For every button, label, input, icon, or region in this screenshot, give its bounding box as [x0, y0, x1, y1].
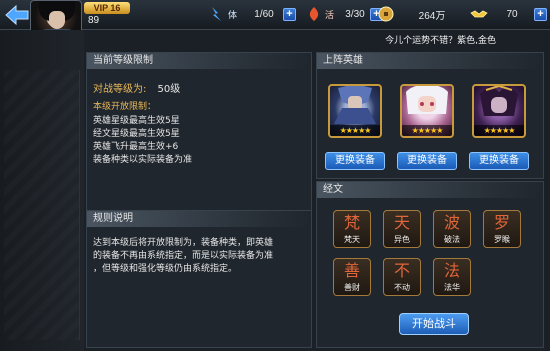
- hero-card-1[interactable]: ★★★★★: [328, 84, 382, 138]
- hero-card-2[interactable]: ★★★★★: [400, 84, 454, 138]
- vip-badge: VIP 16: [84, 2, 130, 14]
- open-limit-rule: 经文星级最高生效5星: [93, 129, 180, 139]
- battle-level-label: 对战等级为:: [93, 84, 147, 95]
- scripture-item-fantian[interactable]: 梵 梵天: [333, 210, 371, 248]
- change-equipment-button-3[interactable]: 更换装备: [469, 152, 529, 170]
- open-limit-rule: 英雄星级最高生效5星: [93, 116, 180, 126]
- scripture-label: 梵天: [344, 235, 360, 244]
- ingot-value: 70: [506, 8, 518, 20]
- hero-stars: ★★★★★: [474, 125, 524, 136]
- scripture-glyph-icon: 波: [443, 213, 460, 232]
- scripture-item-budong[interactable]: 不 不动: [383, 258, 421, 296]
- hero-dark-sorceress-icon: [480, 86, 518, 116]
- player-level: 89: [88, 15, 100, 26]
- vitality-icon: [303, 4, 325, 24]
- open-limit-list: 英雄星级最高生效5星 经文星级最高生效5星 英雄飞升最高生效+6 装备种类以实际…: [93, 115, 192, 167]
- hero-white-hair-girl-icon: [406, 86, 448, 114]
- hero-stars: ★★★★★: [330, 125, 380, 136]
- stamina-value: 1/60: [254, 8, 274, 20]
- rules-line: 的装备不再由系统指定，而是以实际装备为准: [93, 251, 274, 261]
- stamina-resource: 体 1/60 +: [206, 4, 297, 24]
- scripture-item-yise[interactable]: 天 异色: [383, 210, 421, 248]
- level-limit-panel: 当前等级限制 对战等级为: 50级 本级开放限制： 英雄星级最高生效5星 经文星…: [86, 52, 312, 212]
- hero-stars: ★★★★★: [402, 125, 452, 136]
- hero-card-3[interactable]: ★★★★★: [472, 84, 526, 138]
- scripture-glyph-icon: 天: [393, 213, 410, 232]
- vitality-resource: 活 3/30 +: [303, 4, 384, 24]
- rules-panel: 规则说明 达到本级后将开放限制为，装备种类，即英雄 的装备不再由系统指定，而是以…: [86, 210, 312, 348]
- scripture-glyph-icon: 罗: [493, 213, 510, 232]
- scripture-item-pofa[interactable]: 波 破法: [433, 210, 471, 248]
- hero-armored-warrior-icon: [334, 86, 376, 124]
- rules-header: 规则说明: [87, 211, 311, 227]
- scripture-label: 异色: [394, 235, 410, 244]
- gold-ingot-icon: [468, 4, 490, 24]
- scripture-label: 破法: [444, 235, 460, 244]
- left-decorative-column: [0, 30, 84, 351]
- scripture-label: 法华: [444, 283, 460, 292]
- top-bar: VIP 16 89 体 1/60 + 活 3/30 + 264万 70 +: [0, 0, 550, 30]
- fortune-text: 今儿个运势不错？紫色,金色: [385, 36, 496, 46]
- open-limit-rule: 装备种类以实际装备为准: [93, 155, 193, 165]
- scripture-item-shancai[interactable]: 善 善财: [333, 258, 371, 296]
- start-battle-button[interactable]: 开始战斗: [399, 313, 469, 335]
- ingot-resource: 70 +: [468, 4, 547, 24]
- battle-level-value: 50级: [157, 84, 181, 95]
- battle-level-row: 对战等级为: 50级: [93, 77, 180, 96]
- scripture-item-luohou[interactable]: 罗 罗睺: [483, 210, 521, 248]
- ingot-plus-button[interactable]: +: [534, 7, 547, 21]
- rules-line: ，但等级和强化等级仍由系统指定。: [93, 264, 238, 274]
- open-limit-rule: 英雄飞升最高生效+6: [93, 142, 179, 152]
- scripture-header: 经文: [317, 182, 543, 198]
- scripture-glyph-icon: 善: [343, 261, 360, 280]
- scripture-label: 不动: [394, 283, 410, 292]
- stamina-icon: [206, 4, 228, 24]
- scripture-glyph-icon: 不: [393, 261, 410, 280]
- heroes-header: 上阵英雄: [317, 53, 543, 69]
- vitality-value: 3/30: [345, 8, 365, 20]
- change-equipment-button-1[interactable]: 更换装备: [325, 152, 385, 170]
- stamina-plus-button[interactable]: +: [283, 7, 297, 21]
- coin-icon: [375, 4, 397, 24]
- level-limit-header: 当前等级限制: [87, 53, 311, 69]
- scripture-item-fahua[interactable]: 法 法华: [433, 258, 471, 296]
- stamina-label: 体: [228, 10, 238, 21]
- vitality-label: 活: [325, 10, 335, 21]
- scripture-glyph-icon: 法: [443, 261, 460, 280]
- rules-line: 达到本级后将开放限制为，装备种类，即英雄: [93, 238, 274, 248]
- open-limit-title: 本级开放限制：: [93, 102, 157, 112]
- back-button[interactable]: [2, 2, 32, 28]
- scripture-label: 罗睺: [494, 235, 510, 244]
- coin-value: 264万: [418, 10, 446, 22]
- coin-resource: 264万: [375, 4, 467, 24]
- change-equipment-button-2[interactable]: 更换装备: [397, 152, 457, 170]
- scripture-label: 善财: [344, 283, 360, 292]
- back-arrow-icon: [5, 4, 29, 26]
- scripture-glyph-icon: 梵: [343, 213, 360, 232]
- rules-text: 达到本级后将开放限制为，装备种类，即英雄 的装备不再由系统指定，而是以实际装备为…: [93, 237, 309, 276]
